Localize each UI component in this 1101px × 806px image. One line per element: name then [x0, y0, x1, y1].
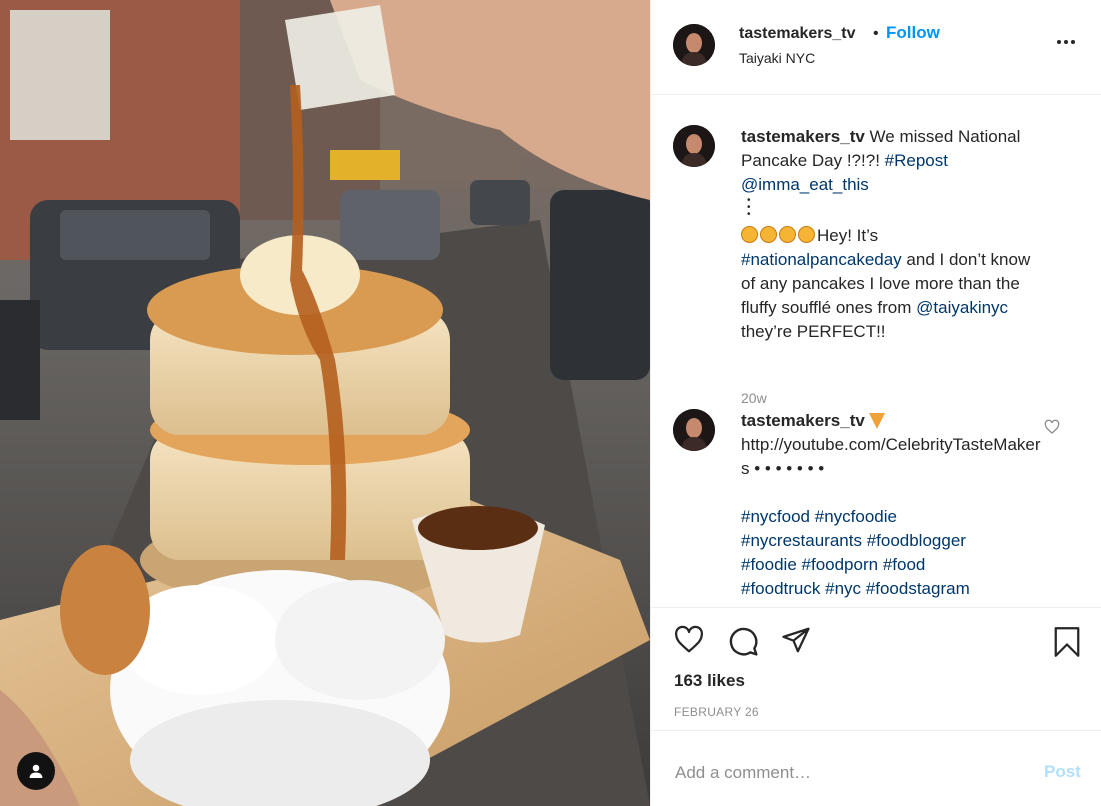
comment-text: tastemakers_tv http://youtube.com/Celebr… [741, 409, 1041, 601]
post-photo[interactable] [0, 0, 650, 806]
post-date[interactable]: FEBRUARY 26 [674, 705, 759, 719]
caption-text-4: they’re PERFECT!! [741, 322, 886, 341]
user-icon [29, 764, 43, 778]
caption-text-2: Hey! It’s [817, 226, 879, 245]
post-comment-button[interactable]: Post [1044, 762, 1081, 782]
author-username[interactable]: tastemakers_tv [739, 25, 856, 43]
paper-plane-icon[interactable] [780, 625, 812, 655]
like-count[interactable]: 163 likes [674, 671, 745, 691]
caption-timestamp[interactable]: 20w [741, 390, 767, 406]
comment-dots: • • • • • • • [754, 459, 825, 478]
bookmark-icon[interactable] [1052, 625, 1082, 659]
avatar[interactable] [673, 409, 715, 451]
hashtag[interactable]: #foodie [741, 555, 797, 574]
pancake-photo-image [0, 0, 650, 806]
post-header: tastemakers_tv • Follow Taiyaki NYC [651, 0, 1101, 95]
hashtag[interactable]: #foodtruck [741, 579, 820, 598]
more-options-icon[interactable] [1057, 36, 1081, 48]
comments-list[interactable]: tastemakers_tv We missed National Pancak… [651, 96, 1101, 608]
hashtag[interactable]: #foodporn [802, 555, 879, 574]
mention-taiyakinyc[interactable]: @taiyakinyc [916, 298, 1008, 317]
hashtag[interactable]: #foodblogger [867, 531, 966, 550]
caption-text: tastemakers_tv We missed National Pancak… [741, 125, 1041, 344]
follow-button[interactable]: Follow [886, 23, 940, 43]
profile-photo [673, 409, 715, 451]
avatar[interactable] [673, 125, 715, 167]
hashtag[interactable]: #food [883, 555, 926, 574]
post-details-panel: tastemakers_tv • Follow Taiyaki NYC tast… [650, 0, 1101, 806]
caption-username[interactable]: tastemakers_tv [741, 127, 865, 146]
add-comment-section: Post [651, 730, 1101, 806]
avatar[interactable] [673, 24, 715, 66]
like-comment-heart-icon[interactable] [1044, 419, 1060, 435]
hashtag[interactable]: #nyc [825, 579, 861, 598]
profile-photo [673, 24, 715, 66]
heart-icon[interactable] [673, 625, 705, 655]
caption-dots: • • • [747, 195, 751, 220]
hashtag[interactable]: #nycfoodie [815, 507, 897, 526]
comment-username[interactable]: tastemakers_tv [741, 411, 865, 430]
hashtag-repost[interactable]: #Repost [885, 151, 948, 170]
burger-emoji [741, 226, 817, 245]
hashtag[interactable]: #nycfood [741, 507, 810, 526]
profile-photo [673, 125, 715, 167]
mention-imma-eat-this[interactable]: @imma_eat_this [741, 175, 869, 194]
action-bar: 163 likes FEBRUARY 26 [651, 607, 1101, 730]
separator-dot: • [873, 25, 879, 42]
location-link[interactable]: Taiyaki NYC [739, 50, 815, 66]
hashtag[interactable]: #nycrestaurants [741, 531, 862, 550]
comment-input[interactable] [673, 759, 1017, 787]
pizza-emoji [868, 413, 885, 429]
hashtag[interactable]: #foodstagram [866, 579, 970, 598]
hashtag-nationalpancakeday[interactable]: #nationalpancakeday [741, 250, 902, 269]
tagged-users-button[interactable] [17, 752, 55, 790]
comment-icon[interactable] [727, 625, 759, 657]
